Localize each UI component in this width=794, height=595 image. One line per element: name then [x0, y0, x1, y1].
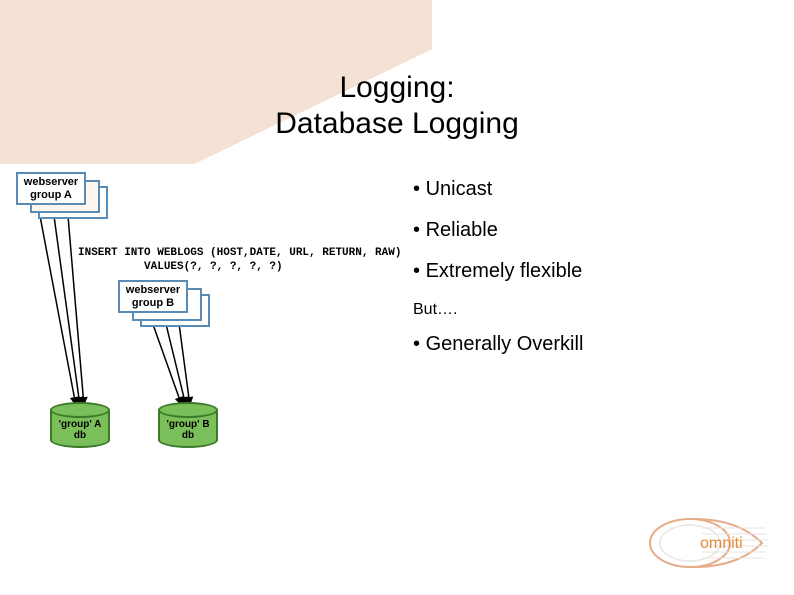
webserver-group-b-label-1: webserver [126, 284, 180, 296]
content-panel: r webserver group A INSERT INTO WEBLOGS … [0, 168, 794, 488]
bullet-list: • Unicast • Reliable • Extremely flexibl… [413, 178, 773, 374]
webserver-box: webserver group A [16, 172, 86, 205]
webserver-group-a-label-1: webserver [24, 176, 78, 188]
bullet-overkill: • Generally Overkill [413, 333, 773, 356]
bullet-reliable: • Reliable [413, 219, 773, 242]
bullet-text: Extremely flexible [426, 260, 583, 282]
database-b-label: 'group' B db [166, 419, 209, 441]
database-group-b: 'group' B db [158, 402, 218, 448]
database-group-a: 'group' A db [50, 402, 110, 448]
webserver-group-b-label-2: group B [132, 297, 174, 309]
webserver-group-a-label-2: group A [30, 189, 72, 201]
title-line-1: Logging: [0, 70, 794, 106]
bullet-flexible: • Extremely flexible [413, 260, 773, 283]
bullet-text: Reliable [426, 219, 498, 241]
architecture-diagram: r webserver group A INSERT INTO WEBLOGS … [10, 168, 400, 468]
webserver-box: webserver group B [118, 280, 188, 313]
omniti-logo: omniti [642, 508, 772, 583]
sql-statement: INSERT INTO WEBLOGS (HOST,DATE, URL, RET… [78, 246, 401, 275]
but-text: But…. [413, 301, 773, 319]
database-a-label: 'group' A db [59, 419, 102, 441]
sql-line-2: VALUES(?, ?, ?, ?, ?) [78, 261, 283, 273]
bullet-text: Unicast [426, 178, 493, 200]
sql-line-1: INSERT INTO WEBLOGS (HOST,DATE, URL, RET… [78, 247, 401, 259]
bullet-unicast: • Unicast [413, 178, 773, 201]
title-line-2: Database Logging [0, 106, 794, 142]
bullet-text: Generally Overkill [426, 333, 584, 355]
slide-title: Logging: Database Logging [0, 70, 794, 142]
logo-text: omniti [700, 535, 743, 552]
